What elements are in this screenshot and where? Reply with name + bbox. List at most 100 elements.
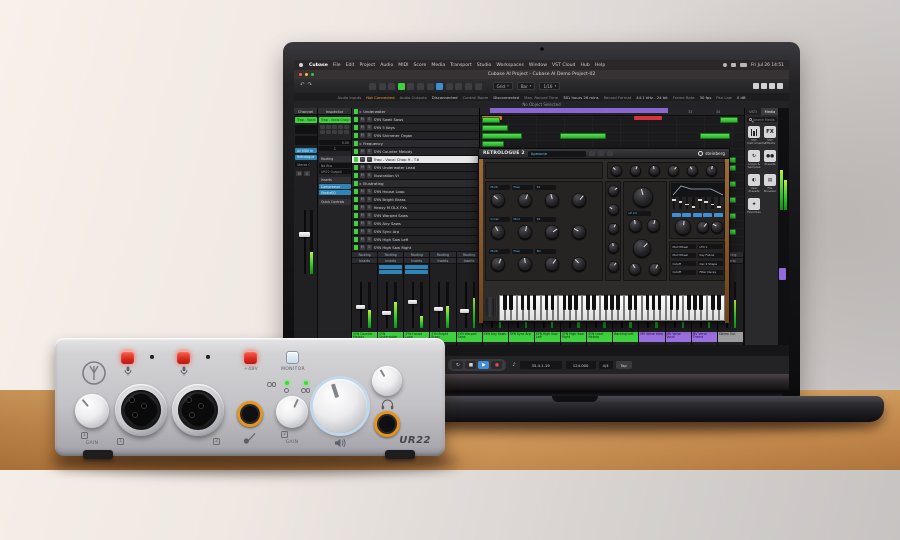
menu-item[interactable]: Studio <box>477 63 492 68</box>
filter-key-knob[interactable] <box>649 263 661 275</box>
inspector-mini-button[interactable] <box>338 130 343 134</box>
track-row[interactable]: MSHeavy M DLX FXs <box>352 204 479 212</box>
plugin-settings-icon[interactable] <box>607 151 613 156</box>
audio-clip[interactable] <box>720 117 738 123</box>
position-display[interactable]: 35.4.1.19 <box>520 361 562 369</box>
cycle-region[interactable] <box>490 108 668 113</box>
track-solo-button[interactable]: S <box>367 197 372 202</box>
play-button[interactable]: ▶ <box>478 361 489 369</box>
inspector-mini-button[interactable] <box>326 130 331 134</box>
insert-slot-2[interactable]: StudioEQ <box>319 190 351 195</box>
toolbar-dropdown[interactable]: 1/16▾ <box>539 82 560 90</box>
toolbar-button[interactable] <box>475 83 482 90</box>
osc-param-field[interactable]: Free <box>512 185 533 190</box>
channel-output-routing[interactable]: Retrologue <box>295 155 317 160</box>
media-tile[interactable]: ★Favorites <box>747 198 761 214</box>
inspector-mini-button[interactable] <box>320 125 325 129</box>
track-solo-button[interactable]: S <box>367 157 372 162</box>
piano-key-black[interactable] <box>551 295 555 310</box>
strip-insert-chip[interactable] <box>379 270 402 275</box>
mix-knob[interactable] <box>608 223 619 234</box>
piano-key-black[interactable] <box>545 295 549 310</box>
media-tile[interactable]: FXVST Effects <box>763 126 777 146</box>
audio-clip[interactable] <box>482 141 504 147</box>
toolbar-button[interactable] <box>417 83 424 90</box>
inspector-section-inserts[interactable]: Inserts <box>319 177 351 183</box>
track-mute-button[interactable]: M <box>360 149 365 154</box>
tap-tempo-button[interactable]: Tap <box>616 361 632 369</box>
zone-toggle-lower[interactable] <box>761 83 767 89</box>
menu-item[interactable]: Score <box>413 63 426 68</box>
piano-key-black[interactable] <box>699 295 703 310</box>
toolbar-button[interactable] <box>465 83 472 90</box>
piano-key-black[interactable] <box>711 295 715 310</box>
track-solo-button[interactable]: S <box>367 229 372 234</box>
track-row[interactable]: MSSYN Counter Melody <box>352 148 479 156</box>
track-row[interactable]: MSSYN Shimmer Organ <box>352 132 479 140</box>
marker-red[interactable] <box>634 116 662 120</box>
media-search-field[interactable]: Search Media <box>747 117 777 122</box>
channel-solo-button[interactable]: S <box>304 171 310 176</box>
matrix-cell[interactable]: Cutoff <box>671 261 696 266</box>
channel-out-bus[interactable]: Stereo Out <box>295 162 310 167</box>
toolbar-dropdown[interactable]: Bar▾ <box>517 82 536 90</box>
master-knob[interactable] <box>706 165 717 176</box>
osc-knob[interactable] <box>545 193 559 207</box>
record-button[interactable]: ● <box>491 361 502 369</box>
zone-toggle-right[interactable] <box>769 83 775 89</box>
tab-vsti[interactable]: VSTi <box>745 108 761 115</box>
toolbar-button[interactable] <box>455 83 462 90</box>
mod-chip[interactable] <box>682 213 691 217</box>
inspector-mini-button[interactable] <box>344 125 349 129</box>
master-knob[interactable] <box>611 165 622 176</box>
master-knob[interactable] <box>649 165 660 176</box>
track-solo-button[interactable]: S <box>367 133 372 138</box>
media-tile[interactable]: ▤File Browser <box>763 174 777 194</box>
toolbar-button[interactable] <box>379 83 386 90</box>
inspector-section-quick-controls[interactable]: Quick Controls <box>319 199 351 205</box>
mod-chip[interactable] <box>714 213 723 217</box>
osc-knob[interactable] <box>491 257 505 271</box>
filter-drive-knob[interactable] <box>633 239 651 257</box>
track-row[interactable]: MSSYN Warped Saws <box>352 212 479 220</box>
piano-key-black[interactable] <box>687 295 691 310</box>
track-solo-button[interactable]: S <box>367 117 372 122</box>
menu-item[interactable]: Transport <box>450 63 472 68</box>
control-center-icon[interactable] <box>723 63 727 67</box>
track-mute-button[interactable]: M <box>360 165 365 170</box>
routing-item-output[interactable]: UR22 Output <box>319 169 351 174</box>
piano-key-black[interactable] <box>616 295 620 310</box>
channel-tab[interactable]: Channel <box>294 108 317 115</box>
inspector-mini-button[interactable] <box>338 125 343 129</box>
media-tile[interactable]: ↻Loops & Samples <box>747 150 761 170</box>
env-slider[interactable] <box>673 197 675 209</box>
toolbar-button[interactable] <box>436 83 443 90</box>
channel-input-routing[interactable]: All MIDI In <box>295 148 317 153</box>
piano-key-black[interactable] <box>676 295 680 310</box>
inspector-mini-button[interactable] <box>332 130 337 134</box>
wifi-icon[interactable] <box>731 63 736 67</box>
inspector-mini-button[interactable] <box>320 130 325 134</box>
osc-knob[interactable] <box>518 193 532 207</box>
audio-clip[interactable] <box>482 125 508 131</box>
piano-key-black[interactable] <box>503 295 507 310</box>
piano-key-black[interactable] <box>693 295 697 310</box>
mix-knob[interactable] <box>608 261 619 272</box>
strip-fader[interactable] <box>408 300 417 304</box>
inspector-mini-button[interactable] <box>326 125 331 129</box>
env-slider[interactable] <box>692 197 694 209</box>
track-solo-button[interactable]: S <box>367 221 372 226</box>
tab-media[interactable]: Media <box>761 108 779 115</box>
osc-knob[interactable] <box>491 225 505 239</box>
mod-chip[interactable] <box>693 213 702 217</box>
track-row[interactable]: MSSYN House Loop <box>352 188 479 196</box>
insert-slot-1[interactable]: Compressor <box>319 184 351 189</box>
audio-clip[interactable] <box>700 133 730 139</box>
menu-item[interactable]: Audio <box>380 63 393 68</box>
track-mute-button[interactable]: M <box>360 245 365 250</box>
piano-key-black[interactable] <box>610 295 614 310</box>
piano-key-black[interactable] <box>652 295 656 310</box>
zone-toggle-left[interactable] <box>753 83 759 89</box>
channel-fader[interactable] <box>299 232 310 237</box>
track-row[interactable]: MSIllustration VI <box>352 172 479 180</box>
